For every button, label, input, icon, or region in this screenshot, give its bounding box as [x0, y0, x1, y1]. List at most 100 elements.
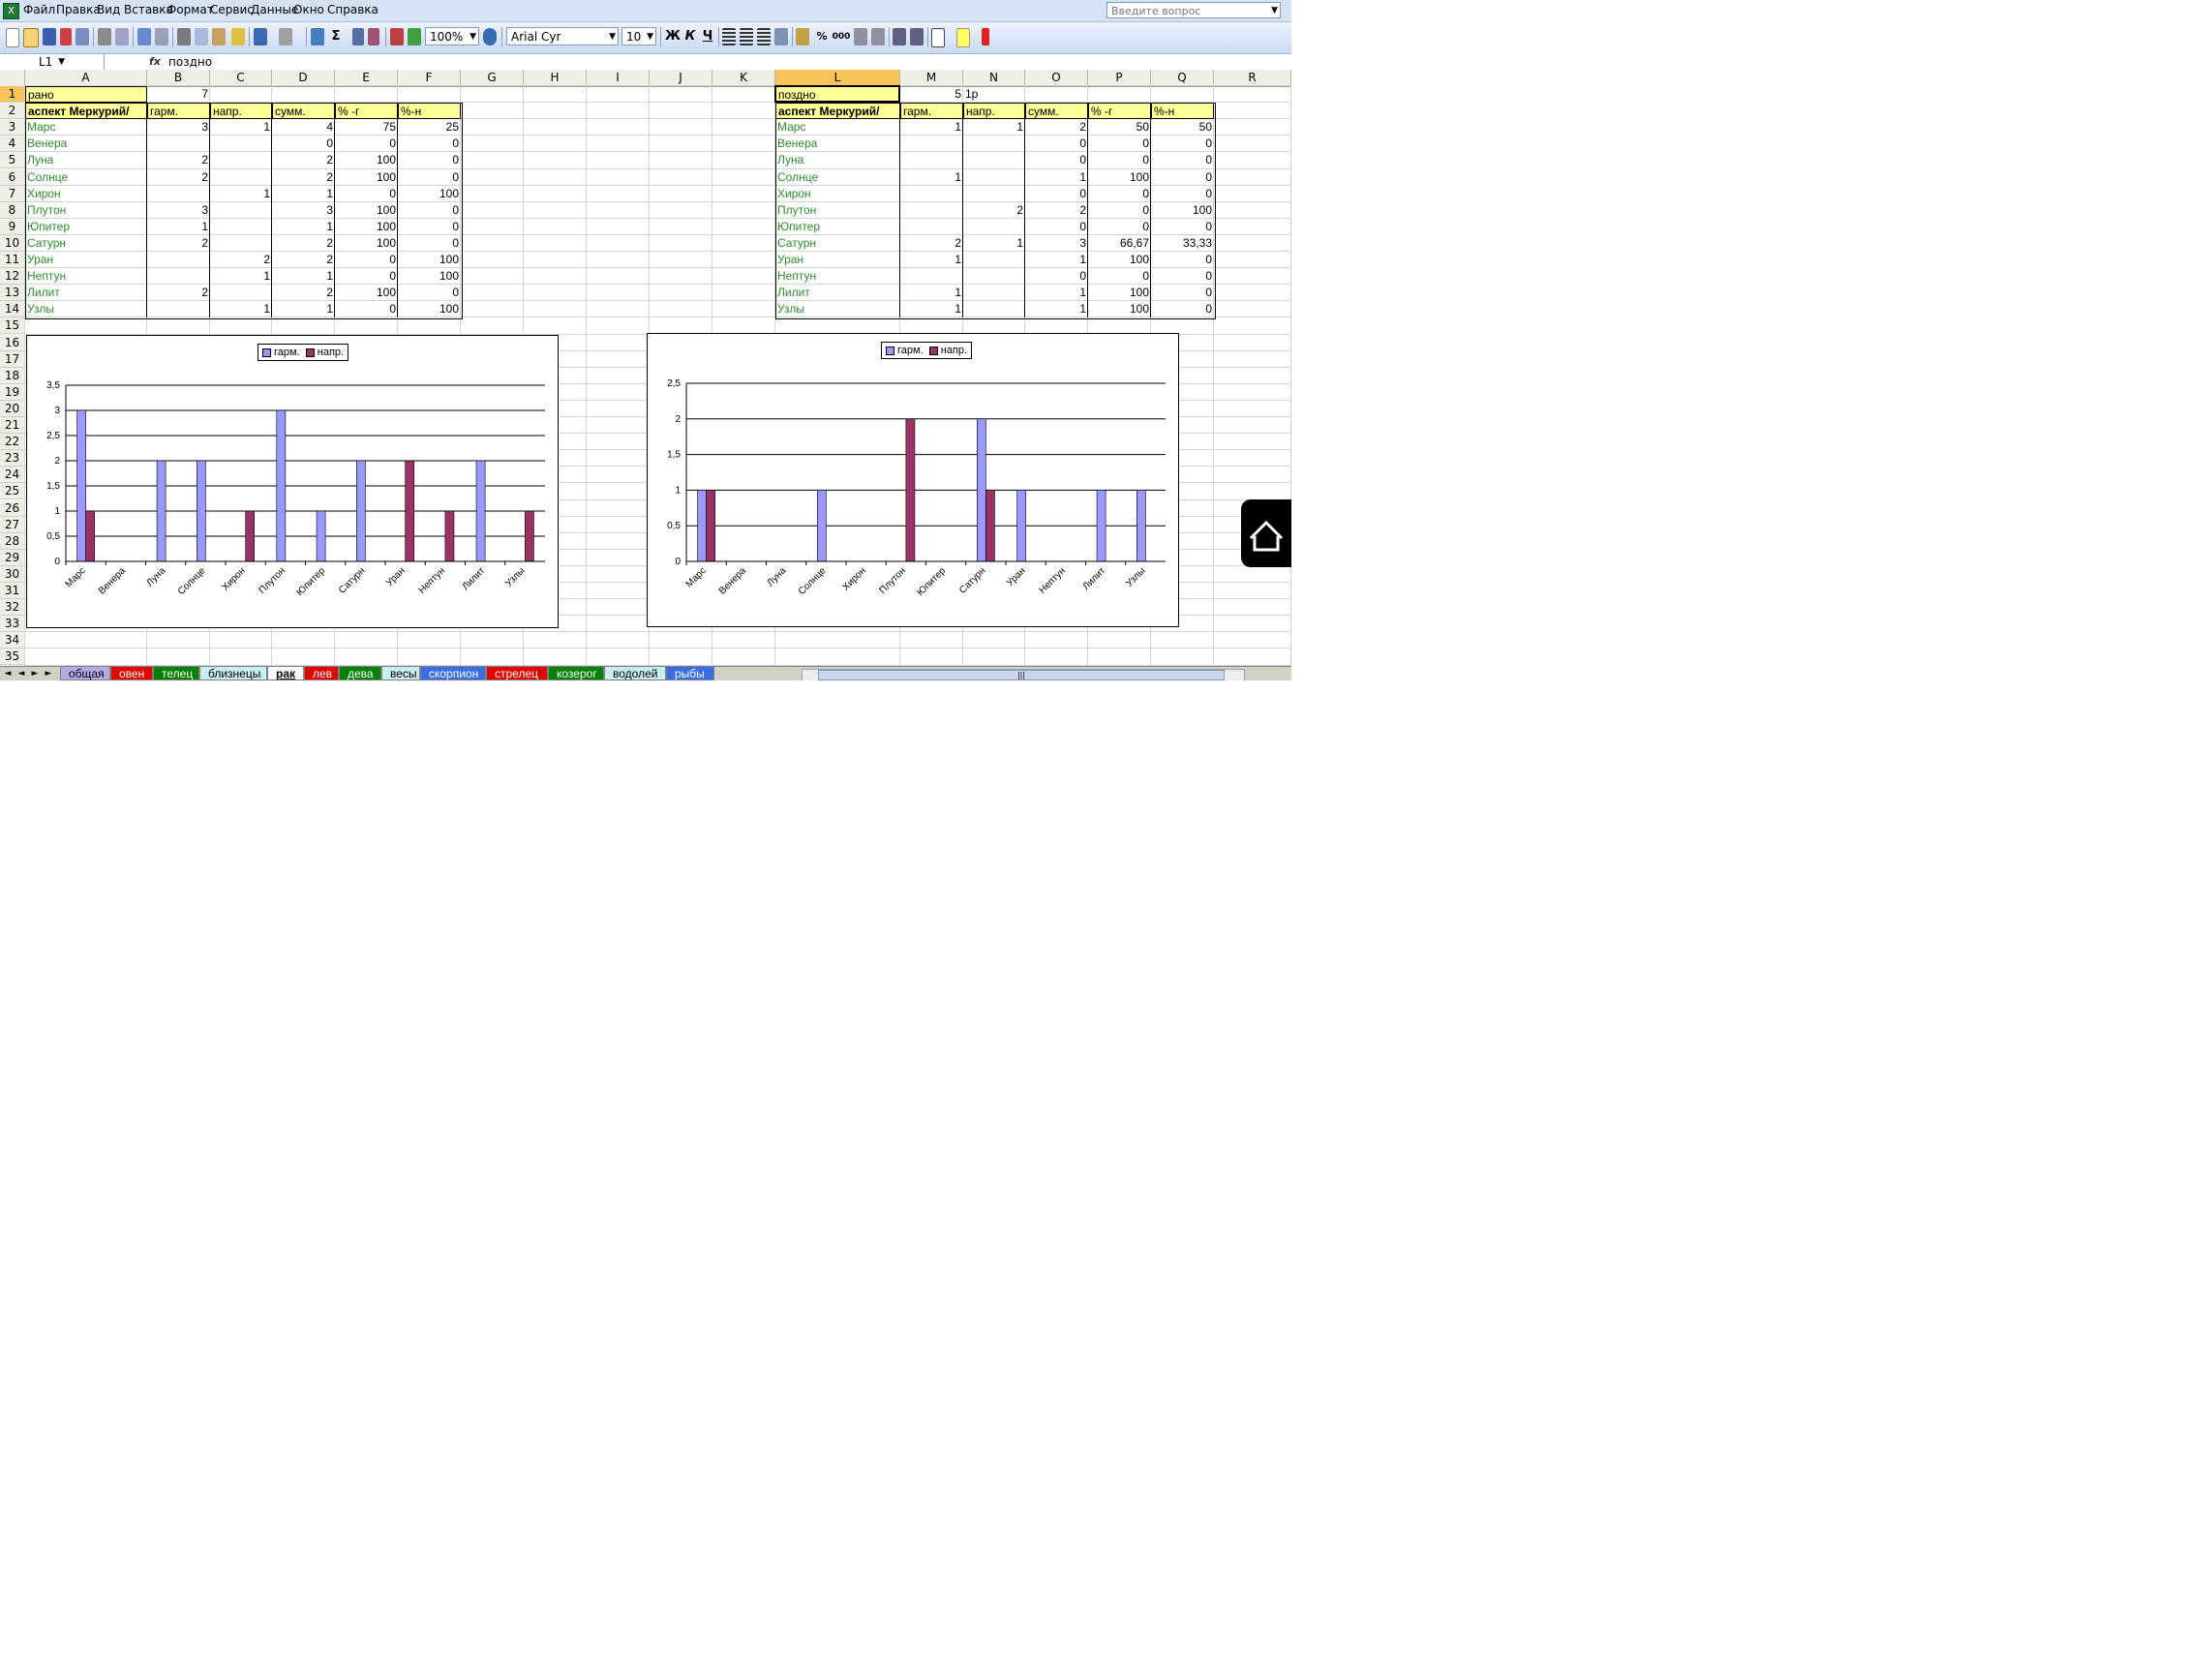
sheet-tab[interactable]: водолей	[604, 667, 666, 680]
table-cell[interactable]: 0	[398, 169, 461, 186]
table-cell[interactable]: 100	[1088, 252, 1151, 268]
planet-name-cell[interactable]: Узлы	[25, 301, 147, 317]
row-header-2[interactable]: 2	[0, 103, 25, 120]
cut-icon[interactable]	[177, 28, 191, 45]
table-cell[interactable]	[210, 152, 272, 168]
table-cell[interactable]: 2	[210, 252, 272, 268]
font-size-select[interactable]: 10 ▼	[621, 27, 656, 45]
table-cell[interactable]: 100	[335, 285, 398, 301]
table-cell[interactable]	[147, 301, 210, 317]
table-cell[interactable]	[210, 136, 272, 152]
align-center-icon[interactable]	[740, 28, 753, 45]
thousands-button[interactable]: 000	[831, 28, 852, 45]
table-cell[interactable]: 0	[1025, 186, 1088, 202]
sort-asc-icon[interactable]	[352, 28, 364, 45]
table-cell[interactable]: 2	[963, 202, 1025, 219]
table-cell[interactable]: 2	[272, 169, 335, 186]
table-cell[interactable]: 2	[272, 252, 335, 268]
planet-name-cell[interactable]: Солнце	[25, 169, 147, 186]
row-header-8[interactable]: 8	[0, 201, 25, 219]
fill-color-icon[interactable]	[956, 28, 970, 47]
table-cell[interactable]	[147, 268, 210, 285]
planet-name-cell[interactable]: Луна	[25, 152, 147, 168]
table-cell[interactable]: 0	[398, 285, 461, 301]
table-cell[interactable]: 0	[398, 136, 461, 152]
planet-name-cell[interactable]: Марс	[25, 119, 147, 136]
increase-indent-icon[interactable]	[910, 28, 924, 45]
table-cell[interactable]: 0	[1025, 219, 1088, 235]
column-header-G[interactable]: G	[461, 70, 524, 86]
table-header-cell[interactable]: напр.	[963, 103, 1025, 120]
row-header-19[interactable]: 19	[0, 383, 25, 401]
table-cell[interactable]: 0	[1151, 301, 1214, 317]
planet-name-cell[interactable]: Хирон	[25, 186, 147, 202]
table-header-cell[interactable]: %-н	[1151, 103, 1214, 120]
table-cell[interactable]	[900, 152, 963, 168]
table-cell[interactable]	[963, 252, 1025, 268]
table-cell[interactable]: 0	[335, 301, 398, 317]
chart-wizard-icon[interactable]	[390, 28, 404, 45]
table-cell[interactable]	[147, 136, 210, 152]
menu-format[interactable]: Формат	[167, 3, 214, 16]
zoom-select[interactable]: 100% ▼	[425, 27, 479, 45]
table-cell[interactable]: 1	[900, 301, 963, 317]
sheet-tab[interactable]: козерог	[548, 667, 604, 680]
table-cell[interactable]: 100	[335, 235, 398, 252]
column-header-P[interactable]: P	[1088, 70, 1151, 86]
table-cell[interactable]: 0	[1025, 152, 1088, 168]
menu-edit[interactable]: Правка	[56, 3, 101, 16]
table-cell[interactable]: 100	[335, 152, 398, 168]
decrease-indent-icon[interactable]	[893, 28, 906, 45]
table-cell[interactable]: 1	[963, 119, 1025, 136]
scrollbar-thumb[interactable]: |||	[818, 670, 1225, 680]
sheet-tab[interactable]: скорпион	[420, 667, 486, 680]
table-cell[interactable]	[210, 219, 272, 235]
table-cell[interactable]: 1	[963, 235, 1025, 252]
table-cell[interactable]: 33,33	[1151, 235, 1214, 252]
table-cell[interactable]: 2	[1025, 119, 1088, 136]
menu-data[interactable]: Данные	[251, 3, 298, 16]
table-cell[interactable]: 3	[272, 202, 335, 219]
row-header-24[interactable]: 24	[0, 467, 25, 484]
table-cell[interactable]: 0	[1088, 136, 1151, 152]
cell-note[interactable]: 1р	[963, 86, 1025, 103]
table-cell[interactable]: 1	[272, 268, 335, 285]
mail-icon[interactable]	[76, 28, 89, 45]
table-header-cell[interactable]: аспект Меркурий/	[25, 103, 147, 120]
table-cell[interactable]: 1	[210, 268, 272, 285]
planet-name-cell[interactable]: Солнце	[775, 169, 900, 186]
menu-tools[interactable]: Сервис	[210, 3, 254, 16]
row-header-9[interactable]: 9	[0, 218, 25, 235]
table-cell[interactable]: 1	[900, 252, 963, 268]
table-cell[interactable]: 50	[1088, 119, 1151, 136]
row-header-30[interactable]: 30	[0, 565, 25, 583]
decrease-decimal-icon[interactable]	[871, 28, 885, 45]
table-header-cell[interactable]: сумм.	[272, 103, 335, 120]
column-header-K[interactable]: K	[712, 70, 775, 86]
table-cell[interactable]: 100	[398, 301, 461, 317]
copy-icon[interactable]	[195, 28, 208, 45]
planet-name-cell[interactable]: Луна	[775, 152, 900, 168]
table-cell[interactable]	[900, 268, 963, 285]
table-cell[interactable]	[210, 202, 272, 219]
table-cell[interactable]: 1	[1025, 285, 1088, 301]
bold-button[interactable]: Ж	[664, 28, 682, 45]
row-header-5[interactable]: 5	[0, 152, 25, 169]
table-cell[interactable]: 1	[272, 301, 335, 317]
sheet-tab[interactable]: рыбы	[666, 667, 714, 680]
row-header-35[interactable]: 35	[0, 649, 25, 666]
table-cell[interactable]: 0	[398, 202, 461, 219]
planet-name-cell[interactable]: Сатурн	[775, 235, 900, 252]
table-cell[interactable]: 0	[335, 252, 398, 268]
table-cell[interactable]	[963, 268, 1025, 285]
column-header-N[interactable]: N	[963, 70, 1025, 86]
row-header-17[interactable]: 17	[0, 350, 25, 368]
table-cell[interactable]: 0	[1025, 268, 1088, 285]
row-header-20[interactable]: 20	[0, 400, 25, 417]
chart-left[interactable]: гарм. напр. 0 0,5 1 1,5 2 2,5 3 3,5 Марс Венера Лу…	[26, 335, 559, 628]
row-header-31[interactable]: 31	[0, 583, 25, 600]
horizontal-scrollbar[interactable]: |||	[802, 669, 1245, 680]
column-header-I[interactable]: I	[587, 70, 650, 86]
print-preview-icon[interactable]	[115, 28, 129, 45]
name-box[interactable]: L1 ▼	[0, 54, 105, 70]
